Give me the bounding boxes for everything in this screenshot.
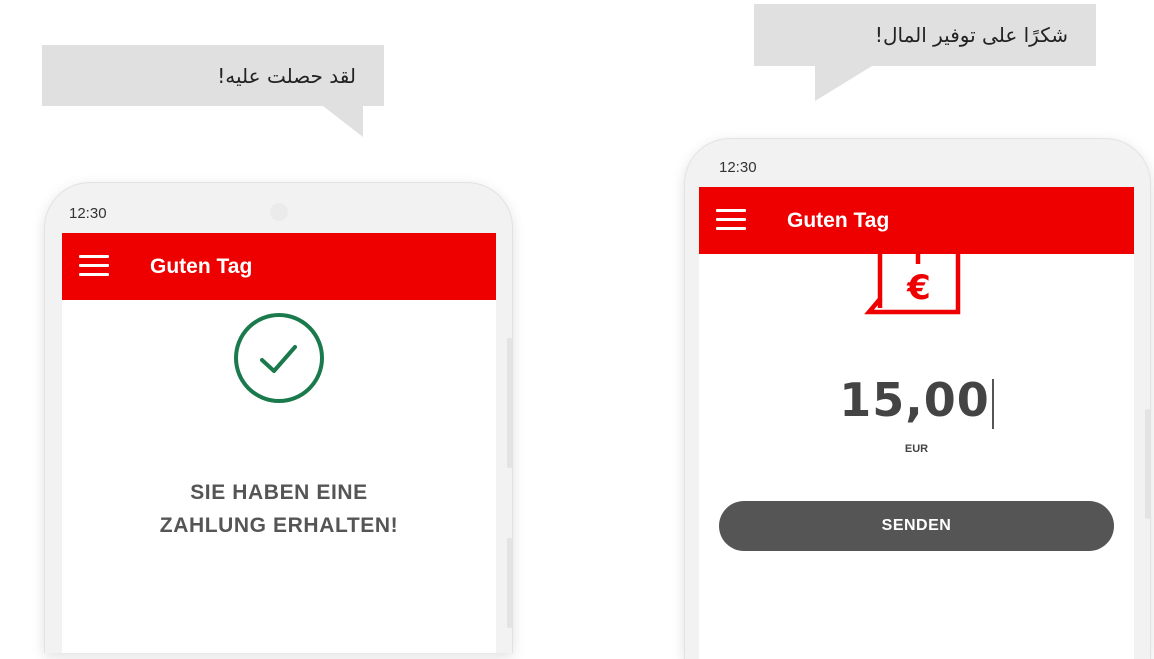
phone-side-button <box>507 538 512 628</box>
hamburger-menu-icon[interactable] <box>79 255 109 277</box>
payment-message-line-1: SIE HABEN EINE <box>190 481 368 504</box>
phone-side-button <box>1145 409 1150 519</box>
svg-text:€: € <box>906 268 931 308</box>
speech-bubble-left-tail <box>323 106 363 137</box>
send-money-euro-icon: € <box>864 228 961 315</box>
status-time: 12:30 <box>69 205 107 222</box>
app-screen-right: Guten Tag € 15,00 EUR SENDEN <box>699 187 1134 659</box>
phone-send-money: 12:30 Guten Tag € 15,00 EUR SENDEN <box>684 138 1151 659</box>
payment-received-message: SIE HABEN EINE ZAHLUNG ERHALTEN! <box>62 476 496 542</box>
speech-bubble-right-text: شكرًا على توفير المال! <box>874 23 1068 47</box>
phone-side-button <box>507 338 512 468</box>
amount-display[interactable]: 15,00 <box>699 372 1134 429</box>
hamburger-menu-icon[interactable] <box>716 209 746 231</box>
text-cursor <box>991 378 994 429</box>
amount-value: 15,00 <box>839 373 990 427</box>
app-bar-title: Guten Tag <box>150 254 253 278</box>
check-circle-icon <box>234 313 324 403</box>
app-screen-left: Guten Tag SIE HABEN EINE ZAHLUNG ERHALTE… <box>62 233 496 653</box>
payment-message-line-2: ZAHLUNG ERHALTEN! <box>159 514 399 537</box>
currency-label: EUR <box>904 443 929 455</box>
app-bar: Guten Tag <box>62 233 496 300</box>
phone-payment-received: 12:30 Guten Tag SIE HABEN EINE ZAHLUNG E… <box>44 182 513 653</box>
status-time: 12:30 <box>719 159 757 176</box>
speech-bubble-left-text: لقد حصلت عليه! <box>217 63 356 88</box>
speech-bubble-right-tail <box>815 66 872 101</box>
send-button[interactable]: SENDEN <box>719 501 1114 551</box>
front-camera <box>270 203 288 221</box>
speech-bubble-right: شكرًا على توفير المال! <box>754 4 1096 101</box>
speech-bubble-left: لقد حصلت عليه! <box>42 45 384 137</box>
